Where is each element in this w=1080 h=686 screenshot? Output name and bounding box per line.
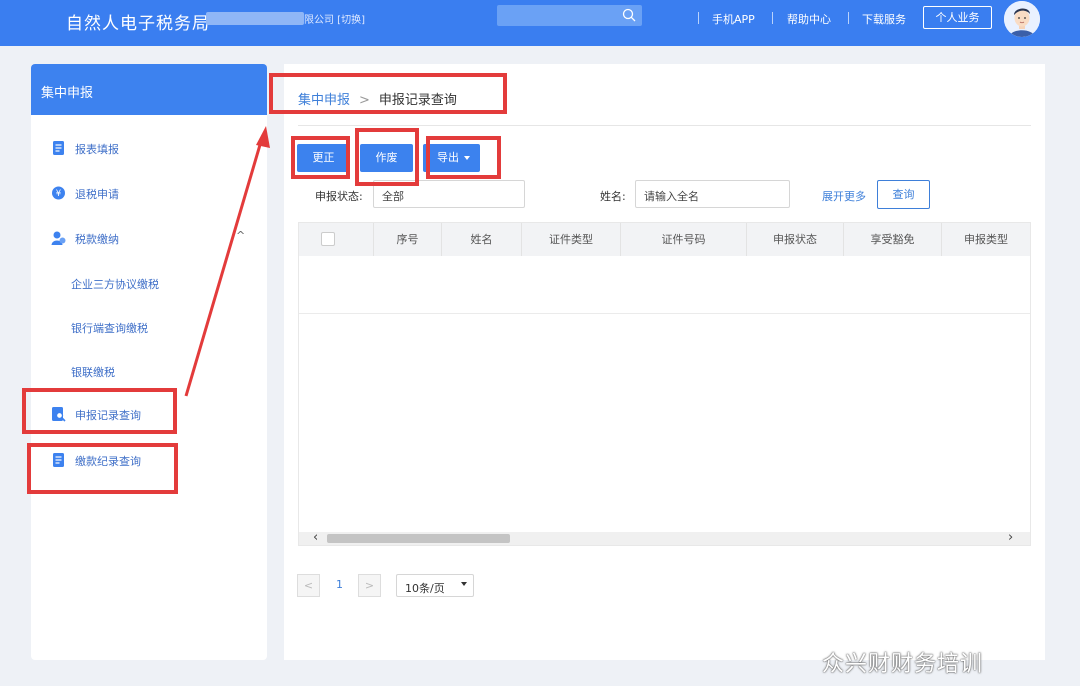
- status-filter-label: 申报状态:: [315, 190, 363, 203]
- page-size-select[interactable]: 10条/页: [396, 574, 474, 597]
- page-size-value: 10条/页: [405, 582, 445, 595]
- sidebar-subitem-unionpay-payment[interactable]: 银联缴税: [71, 364, 115, 380]
- highlight-export-button: [426, 136, 501, 179]
- column-header[interactable]: 享受豁免: [844, 223, 942, 256]
- sidebar-item-refund[interactable]: ¥ 退税申请: [31, 182, 267, 206]
- horizontal-scrollbar[interactable]: ‹ ›: [299, 530, 1030, 545]
- redacted-company-name: [206, 12, 304, 25]
- sidebar-item-report-fill[interactable]: 报表填报: [31, 137, 267, 161]
- highlight-void-button: [355, 128, 419, 186]
- scrollbar-thumb[interactable]: [327, 534, 510, 543]
- highlight-correct-button: [291, 136, 350, 179]
- payment-icon: [51, 231, 66, 245]
- expand-more-link[interactable]: 展开更多: [822, 188, 866, 204]
- column-header[interactable]: 申报状态: [747, 223, 844, 256]
- highlight-breadcrumb: [269, 73, 507, 114]
- prev-page-button[interactable]: <: [297, 574, 320, 597]
- sidebar-subitem-tripartite-payment[interactable]: 企业三方协议缴税: [71, 276, 159, 292]
- sidebar-subitem-bank-query-payment[interactable]: 银行端查询缴税: [71, 320, 148, 336]
- watermark-text: 众兴财财务培训: [822, 652, 984, 677]
- company-switcher[interactable]: 限公司 [切换]: [206, 11, 365, 27]
- top-header: 自然人电子税务局 限公司 [切换] 手机APP 帮助中心 下载服务 个人业务: [0, 0, 1080, 46]
- sidebar-item-label: 税款缴纳: [75, 233, 119, 246]
- breadcrumb-divider: [298, 125, 1031, 126]
- column-header[interactable]: 证件类型: [522, 223, 621, 256]
- column-header[interactable]: 序号: [374, 223, 442, 256]
- refund-icon: ¥: [52, 186, 65, 200]
- sidebar-item-label: 报表填报: [75, 143, 119, 156]
- sidebar: 集中申报 报表填报 ¥ 退税申请 税款缴纳 ^ 企业三方协议缴税 银行端查询缴税…: [31, 64, 267, 660]
- highlight-payment-records: [27, 443, 178, 494]
- nav-help-center[interactable]: 帮助中心: [787, 11, 831, 27]
- scroll-left-icon[interactable]: ‹: [313, 530, 318, 545]
- highlight-declaration-records: [22, 388, 177, 434]
- search-icon[interactable]: [622, 8, 636, 22]
- nav-divider: [698, 12, 699, 24]
- query-button[interactable]: 查询: [877, 180, 930, 209]
- sidebar-header[interactable]: 集中申报: [31, 64, 267, 115]
- user-avatar-icon: [1004, 1, 1040, 37]
- document-icon: [53, 141, 64, 155]
- app-title: 自然人电子税务局: [66, 14, 210, 34]
- nav-mobile-app[interactable]: 手机APP: [712, 11, 755, 27]
- name-search-input[interactable]: 请输入全名: [635, 180, 790, 208]
- select-all-cell: [299, 223, 374, 256]
- column-header[interactable]: 姓名: [442, 223, 522, 256]
- top-search-input[interactable]: [497, 5, 642, 26]
- column-header[interactable]: 申报类型: [942, 223, 1030, 256]
- personal-business-button[interactable]: 个人业务: [923, 6, 992, 29]
- nav-download-service[interactable]: 下载服务: [862, 11, 906, 27]
- name-filter-label: 姓名:: [600, 190, 626, 203]
- next-page-button[interactable]: >: [358, 574, 381, 597]
- scroll-right-icon[interactable]: ›: [1008, 530, 1013, 545]
- caret-down-icon: [461, 582, 467, 586]
- current-page-number[interactable]: 1: [336, 578, 343, 591]
- company-switch-label[interactable]: 限公司 [切换]: [304, 11, 365, 26]
- nav-divider: [848, 12, 849, 24]
- table-header: 序号 姓名 证件类型 证件号码 申报状态 享受豁免 申报类型: [299, 223, 1030, 256]
- avatar[interactable]: [1004, 1, 1040, 37]
- sidebar-item-label: 退税申请: [75, 188, 119, 201]
- svg-text:¥: ¥: [56, 189, 62, 199]
- chevron-up-icon[interactable]: ^: [236, 229, 245, 242]
- sidebar-item-tax-payment[interactable]: 税款缴纳: [31, 227, 267, 251]
- select-all-checkbox[interactable]: [321, 232, 335, 246]
- column-header[interactable]: 证件号码: [621, 223, 747, 256]
- records-table: 序号 姓名 证件类型 证件号码 申报状态 享受豁免 申报类型 ‹ ›: [298, 222, 1031, 546]
- nav-divider: [772, 12, 773, 24]
- table-row-divider: [299, 313, 1030, 314]
